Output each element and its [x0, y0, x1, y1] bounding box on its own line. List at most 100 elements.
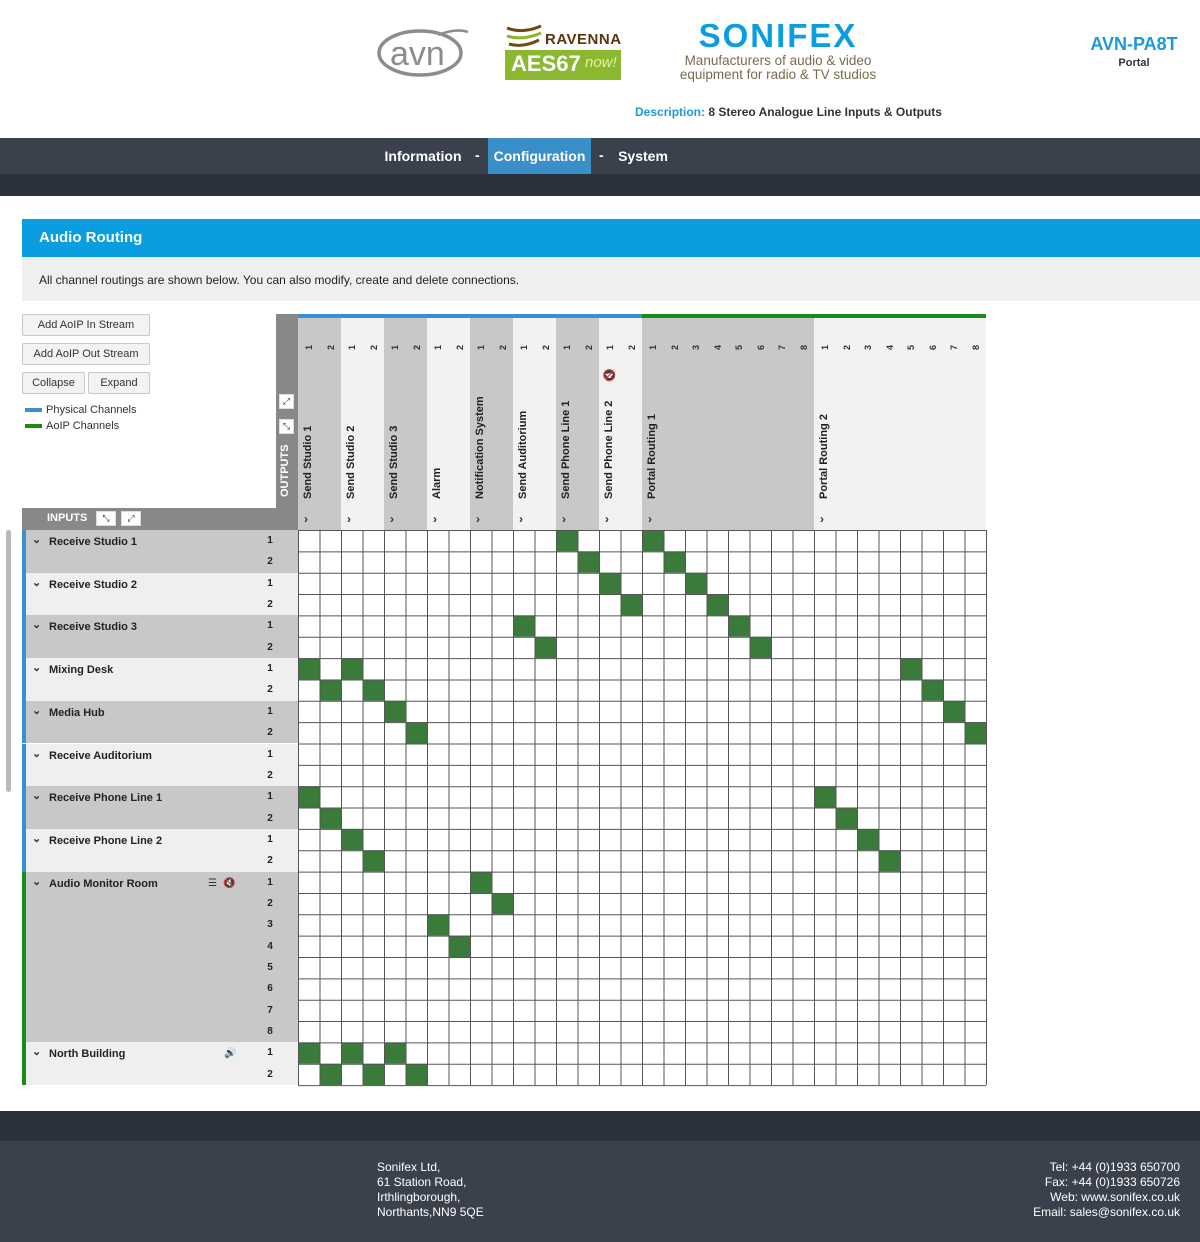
input-channel-number: 2: [267, 812, 273, 824]
connection-cell[interactable]: [642, 530, 664, 552]
connection-cell[interactable]: [814, 786, 836, 808]
output-name[interactable]: Portal Routing 1: [646, 414, 658, 499]
nav-configuration[interactable]: Configuration: [488, 138, 591, 174]
output-name[interactable]: Alarm: [431, 468, 443, 499]
input-name[interactable]: Receive Phone Line 2: [49, 835, 162, 847]
speaker-icon[interactable]: 🔊: [224, 1048, 236, 1059]
inputs-expand-icon[interactable]: ⤢: [121, 511, 141, 526]
connection-cell[interactable]: [556, 530, 578, 552]
nav-information[interactable]: Information: [378, 138, 468, 174]
output-name[interactable]: Send Phone Line 1: [560, 401, 572, 499]
settings-icon[interactable]: ☰: [208, 878, 217, 889]
contact-web[interactable]: Web: www.sonifex.co.uk: [1033, 1190, 1180, 1205]
expand-button[interactable]: Expand: [88, 372, 150, 394]
connection-cell[interactable]: [599, 572, 621, 595]
connection-cell[interactable]: [319, 807, 342, 829]
connection-cell[interactable]: [427, 914, 449, 936]
mute-icon[interactable]: 🔇: [223, 878, 235, 889]
input-name[interactable]: Receive Auditorium: [49, 750, 152, 762]
chevron-down-icon[interactable]: ⌄: [32, 747, 41, 760]
input-name[interactable]: Receive Phone Line 1: [49, 792, 162, 804]
connection-cell[interactable]: [513, 615, 535, 637]
connection-cell[interactable]: [384, 1042, 406, 1064]
connection-cell[interactable]: [298, 1042, 320, 1064]
outputs-collapse-icon[interactable]: ⤡: [279, 419, 294, 434]
input-name[interactable]: North Building: [49, 1048, 125, 1060]
output-name[interactable]: Send Studio 3: [388, 426, 400, 499]
output-name[interactable]: Send Studio 1: [302, 426, 314, 499]
input-name[interactable]: Audio Monitor Room: [49, 878, 158, 890]
chevron-down-icon[interactable]: ⌄: [32, 875, 41, 888]
connection-cell[interactable]: [362, 850, 385, 872]
contact-email[interactable]: Email: sales@sonifex.co.uk: [1033, 1205, 1180, 1220]
connection-cell[interactable]: [577, 551, 600, 573]
connection-cell[interactable]: [491, 892, 514, 915]
inputs-collapse-icon[interactable]: ⤡: [96, 511, 116, 526]
chevron-right-icon[interactable]: ›: [605, 512, 609, 526]
connection-cell[interactable]: [470, 871, 492, 893]
collapse-button[interactable]: Collapse: [22, 372, 85, 394]
chevron-down-icon[interactable]: ⌄: [32, 618, 41, 631]
connection-cell[interactable]: [298, 786, 320, 808]
connection-cell[interactable]: [943, 700, 965, 723]
chevron-down-icon[interactable]: ⌄: [32, 1045, 41, 1058]
connection-cell[interactable]: [900, 658, 922, 680]
output-name[interactable]: Send Auditorium: [517, 411, 529, 499]
connection-cell[interactable]: [663, 551, 686, 573]
input-name[interactable]: Receive Studio 3: [49, 621, 137, 633]
chevron-right-icon[interactable]: ›: [390, 512, 394, 526]
connection-cell[interactable]: [921, 679, 944, 701]
connection-cell[interactable]: [749, 636, 772, 659]
chevron-down-icon[interactable]: ⌄: [32, 832, 41, 845]
connection-cell[interactable]: [878, 850, 901, 872]
chevron-down-icon[interactable]: ⌄: [32, 576, 41, 589]
connection-cell[interactable]: [685, 572, 707, 595]
output-name[interactable]: Send Studio 2: [345, 426, 357, 499]
connection-cell[interactable]: [362, 679, 385, 701]
output-name[interactable]: Send Phone Line 2: [603, 401, 615, 499]
connection-cell[interactable]: [384, 700, 406, 723]
chevron-right-icon[interactable]: ›: [562, 512, 566, 526]
connection-cell[interactable]: [857, 828, 879, 851]
chevron-right-icon[interactable]: ›: [519, 512, 523, 526]
chevron-right-icon[interactable]: ›: [820, 512, 824, 526]
connection-cell[interactable]: [319, 679, 342, 701]
chevron-down-icon[interactable]: ⌄: [32, 704, 41, 717]
chevron-right-icon[interactable]: ›: [347, 512, 351, 526]
chevron-down-icon[interactable]: ⌄: [32, 533, 41, 546]
chevron-down-icon[interactable]: ⌄: [32, 661, 41, 674]
chevron-right-icon[interactable]: ›: [304, 512, 308, 526]
connection-cell[interactable]: [341, 1042, 363, 1064]
connection-cell[interactable]: [405, 1063, 428, 1086]
add-aoip-out-stream-button[interactable]: Add AoIP Out Stream: [22, 343, 150, 365]
nav-system[interactable]: System: [612, 138, 674, 174]
input-name[interactable]: Mixing Desk: [49, 664, 113, 676]
connection-cell[interactable]: [298, 658, 320, 680]
connection-cell[interactable]: [728, 615, 750, 637]
connection-cell[interactable]: [706, 594, 729, 616]
chevron-right-icon[interactable]: ›: [648, 512, 652, 526]
input-name[interactable]: Media Hub: [49, 707, 105, 719]
connection-cell[interactable]: [448, 935, 471, 957]
aes67-now-text: now!: [585, 54, 617, 71]
connection-cell[interactable]: [405, 722, 428, 744]
connection-cell[interactable]: [362, 1063, 385, 1086]
connection-cell[interactable]: [620, 594, 643, 616]
model-subtitle: Portal: [1118, 57, 1150, 69]
add-aoip-in-stream-button[interactable]: Add AoIP In Stream: [22, 314, 150, 336]
connection-cell[interactable]: [835, 807, 858, 829]
chevron-right-icon[interactable]: ›: [433, 512, 437, 526]
connection-cell[interactable]: [534, 636, 557, 659]
chevron-down-icon[interactable]: ⌄: [32, 789, 41, 802]
connection-cell[interactable]: [319, 1063, 342, 1086]
chevron-right-icon[interactable]: ›: [476, 512, 480, 526]
connection-cell[interactable]: [341, 828, 363, 851]
output-name[interactable]: Portal Routing 2: [818, 414, 830, 499]
outputs-expand-icon[interactable]: ⤢: [279, 394, 294, 409]
input-name[interactable]: Receive Studio 1: [49, 536, 137, 548]
output-name[interactable]: Notification System: [474, 396, 486, 499]
connection-cell[interactable]: [964, 722, 987, 744]
scrollbar[interactable]: [6, 530, 11, 792]
connection-cell[interactable]: [341, 658, 363, 680]
input-name[interactable]: Receive Studio 2: [49, 579, 137, 591]
